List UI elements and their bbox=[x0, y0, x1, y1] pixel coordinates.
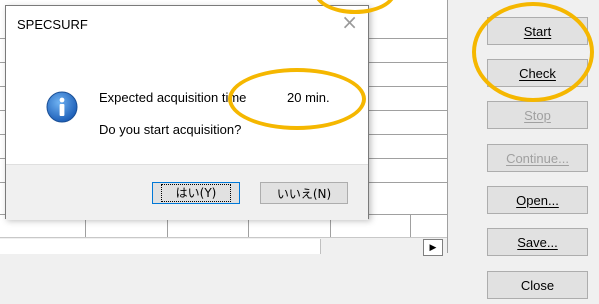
stop-button-label: Stop bbox=[524, 107, 551, 123]
close-icon[interactable]: × bbox=[341, 12, 358, 32]
no-button[interactable]: いいえ(N) bbox=[260, 182, 348, 204]
scrollbar-thumb[interactable] bbox=[0, 239, 321, 254]
highlight-ellipse bbox=[472, 2, 594, 102]
continue-button-label: Continue... bbox=[506, 150, 569, 166]
expected-time-label: Expected acquisition time bbox=[99, 90, 247, 105]
scroll-right-arrow-icon[interactable]: ▶ bbox=[423, 239, 443, 256]
open-button[interactable]: Open... bbox=[487, 186, 588, 214]
yes-button[interactable]: はい(Y) bbox=[152, 182, 240, 204]
close-button-label: Close bbox=[520, 277, 555, 293]
info-icon bbox=[46, 91, 78, 123]
save-button[interactable]: Save... bbox=[487, 228, 588, 256]
close-button[interactable]: Close bbox=[487, 271, 588, 299]
yes-button-label: はい(Y) bbox=[160, 184, 232, 202]
save-button-label: Save... bbox=[517, 234, 558, 250]
stop-button[interactable]: Stop bbox=[487, 101, 588, 129]
dialog-titlebar[interactable]: SPECSURF × bbox=[6, 6, 368, 40]
dialog-button-bar: はい(Y) いいえ(N) bbox=[6, 164, 368, 220]
highlight-ellipse bbox=[228, 68, 366, 130]
grid-column-divider bbox=[410, 214, 411, 238]
no-button-label: いいえ(N) bbox=[276, 186, 332, 201]
dialog-title: SPECSURF bbox=[17, 17, 88, 32]
open-button-label: Open... bbox=[516, 192, 559, 208]
horizontal-scrollbar[interactable]: ▶ bbox=[0, 237, 447, 256]
continue-button[interactable]: Continue... bbox=[487, 144, 588, 172]
start-question-text: Do you start acquisition? bbox=[99, 122, 242, 137]
